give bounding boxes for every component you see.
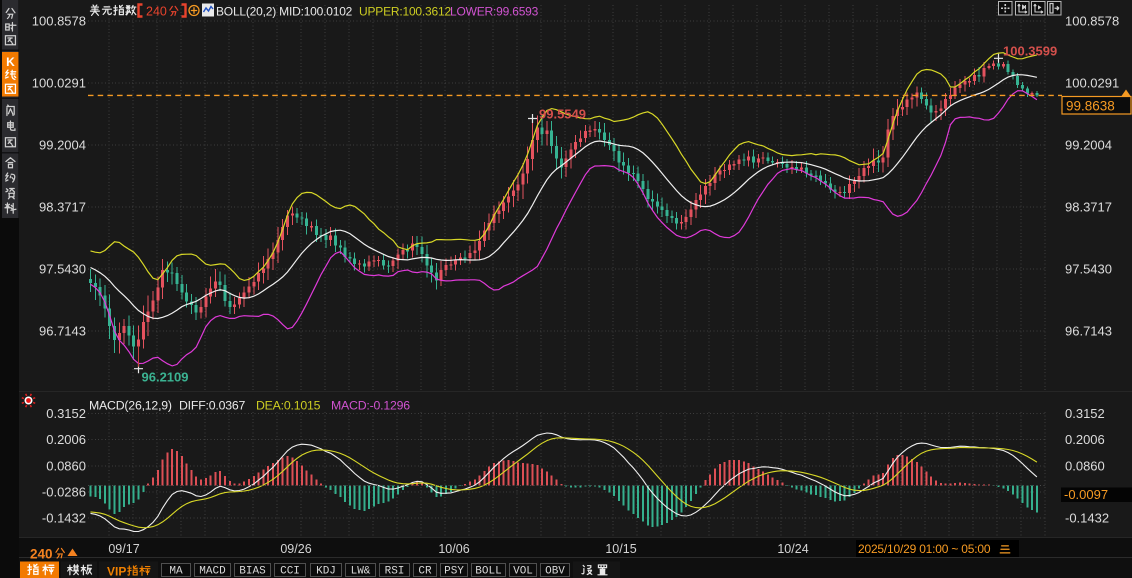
svg-text:0.3152: 0.3152	[1065, 406, 1105, 421]
svg-text:MACD(26,12,9): MACD(26,12,9)	[89, 399, 172, 413]
svg-text:97.5430: 97.5430	[39, 262, 86, 277]
svg-text:BOLL(20,2) MID:100.0102: BOLL(20,2) MID:100.0102	[216, 5, 353, 19]
svg-text:98.3717: 98.3717	[1065, 200, 1112, 215]
svg-text:96.7143: 96.7143	[1065, 324, 1112, 339]
svg-text:VIP: VIP	[107, 565, 126, 578]
svg-text:0.0860: 0.0860	[1065, 458, 1105, 473]
svg-text:CR: CR	[418, 566, 432, 578]
svg-text:LW&: LW&	[351, 566, 371, 578]
svg-text:100.0291: 100.0291	[1065, 76, 1119, 91]
svg-text:240: 240	[30, 547, 53, 562]
svg-text:100.8578: 100.8578	[32, 14, 86, 29]
svg-text:100.8578: 100.8578	[1065, 14, 1119, 29]
svg-text:10/24: 10/24	[777, 542, 808, 556]
svg-text:RSI: RSI	[385, 566, 405, 578]
svg-text:99.5549: 99.5549	[539, 107, 586, 122]
svg-text:240: 240	[146, 5, 167, 19]
svg-text:97.5430: 97.5430	[1065, 262, 1112, 277]
svg-text:MA: MA	[169, 566, 183, 578]
svg-text:0.0860: 0.0860	[46, 458, 86, 473]
svg-text:MACD:-0.1296: MACD:-0.1296	[331, 399, 410, 413]
svg-text:10/06: 10/06	[438, 542, 469, 556]
svg-text:99.2004: 99.2004	[39, 138, 86, 153]
svg-text:VOL: VOL	[513, 566, 533, 578]
svg-text:CCI: CCI	[280, 566, 300, 578]
svg-text:DEA:0.1015: DEA:0.1015	[256, 399, 321, 413]
svg-text:MACD: MACD	[199, 566, 226, 578]
svg-text:10/15: 10/15	[605, 542, 636, 556]
svg-text:-0.1432: -0.1432	[42, 511, 86, 526]
svg-text:BOLL: BOLL	[475, 566, 501, 578]
svg-text:-0.0097: -0.0097	[1064, 487, 1108, 502]
svg-text:KDJ: KDJ	[316, 566, 336, 578]
svg-text:0.3152: 0.3152	[46, 406, 86, 421]
svg-text:PSY: PSY	[444, 566, 464, 578]
svg-text:DIFF:0.0367: DIFF:0.0367	[179, 399, 246, 413]
svg-text:100.0291: 100.0291	[32, 76, 86, 91]
svg-text:99.2004: 99.2004	[1065, 138, 1112, 153]
svg-text:-0.0286: -0.0286	[42, 485, 86, 500]
svg-text:100.3599: 100.3599	[1003, 44, 1057, 59]
svg-text:09/17: 09/17	[108, 542, 139, 556]
svg-text:96.7143: 96.7143	[39, 324, 86, 339]
svg-text:UPPER:100.3612: UPPER:100.3612	[359, 5, 451, 19]
svg-text:99.8638: 99.8638	[1066, 99, 1115, 114]
svg-text:0.2006: 0.2006	[1065, 432, 1105, 447]
svg-text:-0.1432: -0.1432	[1065, 511, 1109, 526]
svg-text:0.2006: 0.2006	[46, 432, 86, 447]
svg-text:96.2109: 96.2109	[142, 370, 189, 385]
svg-text:BIAS: BIAS	[239, 566, 266, 578]
svg-text:09/26: 09/26	[280, 542, 311, 556]
svg-text:2025/10/29 01:00 ~ 05:00: 2025/10/29 01:00 ~ 05:00	[858, 542, 991, 556]
svg-text:OBV: OBV	[545, 566, 565, 578]
svg-text:K: K	[6, 55, 15, 69]
svg-text:98.3717: 98.3717	[39, 200, 86, 215]
svg-text:LOWER:99.6593: LOWER:99.6593	[450, 5, 539, 19]
